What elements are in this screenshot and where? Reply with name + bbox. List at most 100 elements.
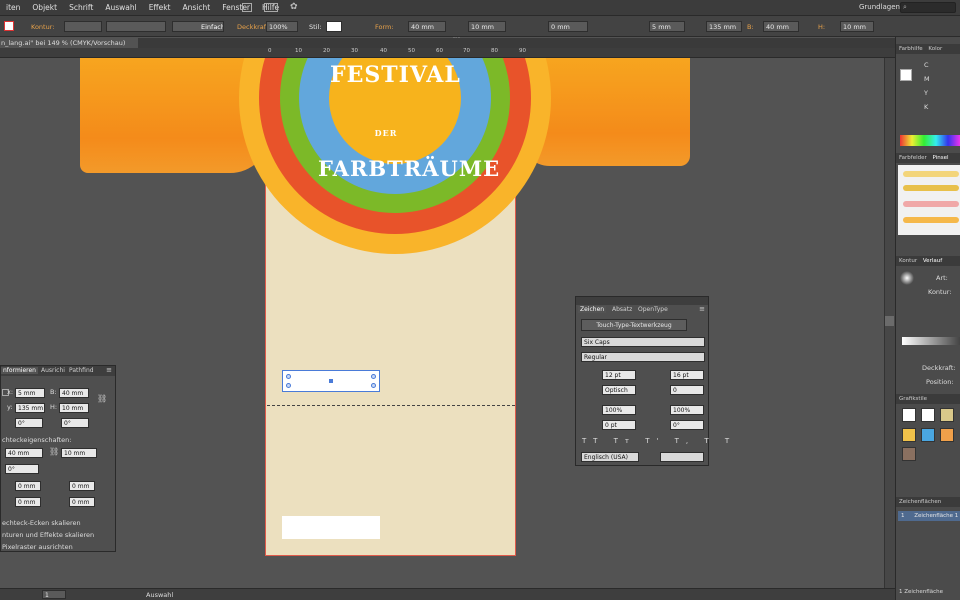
- rotation-field[interactable]: 0 mm: [548, 21, 588, 32]
- font-size-field[interactable]: 12 pt: [602, 370, 636, 380]
- corner-radius-4[interactable]: 0 mm: [69, 497, 95, 507]
- character-rotation-field[interactable]: 0°: [670, 420, 704, 430]
- scale-strokes-option[interactable]: nturen und Effekte skalieren: [2, 531, 94, 539]
- tab-color-guide[interactable]: Farbhilfe: [899, 46, 923, 52]
- white-rectangle[interactable]: [282, 516, 380, 539]
- stroke-weight-field[interactable]: [64, 21, 102, 32]
- x-field[interactable]: 5 mm: [649, 21, 685, 32]
- graphic-style-swatch[interactable]: [921, 428, 935, 442]
- scale-corners-option[interactable]: echteck-Ecken skalieren: [2, 519, 81, 527]
- h-label[interactable]: H:: [818, 23, 825, 31]
- gradient-slider[interactable]: [902, 337, 960, 345]
- b-label[interactable]: B:: [747, 23, 754, 31]
- fill-none-icon[interactable]: [4, 21, 14, 31]
- brush-swatch[interactable]: [903, 201, 959, 207]
- brush-swatch[interactable]: [903, 217, 959, 223]
- tab-character[interactable]: Zeichen: [578, 306, 607, 313]
- tab-gradient[interactable]: Verlauf: [923, 258, 942, 264]
- brush-swatch[interactable]: [903, 171, 959, 177]
- color-spectrum[interactable]: [900, 135, 960, 146]
- style-swatch[interactable]: [326, 21, 342, 32]
- gradient-preview[interactable]: [900, 271, 914, 285]
- vertical-scroll-thumb[interactable]: [885, 316, 894, 326]
- search-input[interactable]: ⌕: [900, 2, 956, 13]
- shape-height-field[interactable]: 10 mm: [468, 21, 506, 32]
- tab-paragraph[interactable]: Absatz: [612, 306, 632, 313]
- rect-height-field[interactable]: 10 mm: [61, 448, 97, 458]
- brush-swatch[interactable]: [903, 185, 959, 191]
- b-field[interactable]: 40 mm: [763, 21, 799, 32]
- corner-radius-3[interactable]: 0 mm: [15, 497, 41, 507]
- artboard-nav-field[interactable]: 1: [42, 590, 66, 599]
- workspace-switcher[interactable]: Grundlagen: [859, 3, 900, 11]
- tab-swatches[interactable]: Farbfelder: [899, 155, 927, 161]
- tab-stroke[interactable]: Kontur: [899, 258, 917, 264]
- bridge-icon[interactable]: [242, 3, 252, 12]
- constrain-link-icon[interactable]: ⛓: [97, 394, 107, 403]
- menu-item-view[interactable]: Ansicht: [177, 3, 217, 12]
- fill-stroke-icon[interactable]: [900, 69, 912, 81]
- corner-widget[interactable]: [371, 374, 376, 379]
- kerning-field[interactable]: Optisch: [602, 385, 636, 395]
- horizontal-scale-field[interactable]: 100%: [670, 405, 704, 415]
- shape-width-field[interactable]: 40 mm: [408, 21, 446, 32]
- menu-item-effect[interactable]: Effekt: [143, 3, 177, 12]
- graphic-style-swatch[interactable]: [902, 447, 916, 461]
- touch-type-button[interactable]: Touch-Type-Textwerkzeug: [581, 319, 687, 331]
- canvas-area[interactable]: FESTIVAL DER FARBTRÄUME: [0, 58, 884, 588]
- tab-brushes[interactable]: Pinsel: [933, 155, 949, 161]
- y-field[interactable]: 135 mm: [15, 403, 45, 413]
- width-field[interactable]: 40 mm: [59, 388, 89, 398]
- tab-pathfinder[interactable]: Pathfind: [69, 367, 94, 374]
- corner-widget[interactable]: [286, 374, 291, 379]
- tracking-field[interactable]: 0: [670, 385, 704, 395]
- angle-field[interactable]: 0°: [15, 418, 43, 428]
- text-style-buttons[interactable]: TT Tт T' T, T T: [582, 437, 736, 445]
- rect-width-field[interactable]: 40 mm: [5, 448, 43, 458]
- language-field[interactable]: Englisch (USA): [581, 452, 639, 462]
- graphic-style-swatch[interactable]: [940, 428, 954, 442]
- kontur-label[interactable]: Kontur:: [31, 23, 54, 31]
- menu-item-select[interactable]: Auswahl: [99, 3, 142, 12]
- rect-link-icon[interactable]: ⛓: [49, 447, 59, 456]
- corner-widget[interactable]: [286, 383, 291, 388]
- leading-field[interactable]: 16 pt: [670, 370, 704, 380]
- font-family-field[interactable]: Six Caps: [581, 337, 705, 347]
- font-style-field[interactable]: Regular: [581, 352, 705, 362]
- artboard-list-row[interactable]: 1 Zeichenfläche 1: [898, 511, 960, 521]
- menu-item-edit[interactable]: iten: [0, 3, 26, 12]
- stroke-style-field[interactable]: Einfach: [172, 21, 224, 32]
- tab-color[interactable]: Kolor: [928, 46, 942, 52]
- tab-align[interactable]: Ausrichi: [41, 367, 65, 374]
- height-field[interactable]: 10 mm: [59, 403, 89, 413]
- form-label[interactable]: Form:: [375, 23, 394, 31]
- baseline-shift-field[interactable]: 0 pt: [602, 420, 636, 430]
- h-field[interactable]: 10 mm: [840, 21, 874, 32]
- menu-item-type[interactable]: Schrift: [63, 3, 99, 12]
- corner-radius-1[interactable]: 0 mm: [15, 481, 41, 491]
- variable-width-field[interactable]: [106, 21, 166, 32]
- pixel-grid-option[interactable]: Pixelraster ausrichten: [2, 543, 73, 551]
- document-tab[interactable]: n_lang.ai" bei 149 % (CMYK/Vorschau): [0, 38, 138, 48]
- tab-transform[interactable]: nformieren: [1, 367, 38, 374]
- menu-item-object[interactable]: Objekt: [26, 3, 63, 12]
- vertical-scale-field[interactable]: 100%: [602, 405, 636, 415]
- opacity-field[interactable]: 100%: [266, 21, 298, 32]
- rect-angle-field[interactable]: 0°: [5, 464, 39, 474]
- graphic-style-swatch[interactable]: [921, 408, 935, 422]
- tab-opentype[interactable]: OpenType: [638, 306, 668, 313]
- y-field[interactable]: 135 mm: [706, 21, 742, 32]
- shear-field[interactable]: 0°: [61, 418, 89, 428]
- gpu-icon[interactable]: ✿: [290, 2, 298, 12]
- graphic-style-swatch[interactable]: [902, 428, 916, 442]
- selected-rectangle[interactable]: [282, 370, 380, 392]
- panel-menu-icon[interactable]: ≡: [699, 305, 705, 313]
- graphic-style-swatch[interactable]: [902, 408, 916, 422]
- corner-widget[interactable]: [371, 383, 376, 388]
- arrange-documents-icon[interactable]: [264, 3, 278, 12]
- corner-radius-2[interactable]: 0 mm: [69, 481, 95, 491]
- x-field[interactable]: 5 mm: [15, 388, 45, 398]
- graphic-style-swatch[interactable]: [940, 408, 954, 422]
- anti-alias-field[interactable]: [660, 452, 704, 462]
- panel-menu-icon[interactable]: ≡: [106, 366, 112, 374]
